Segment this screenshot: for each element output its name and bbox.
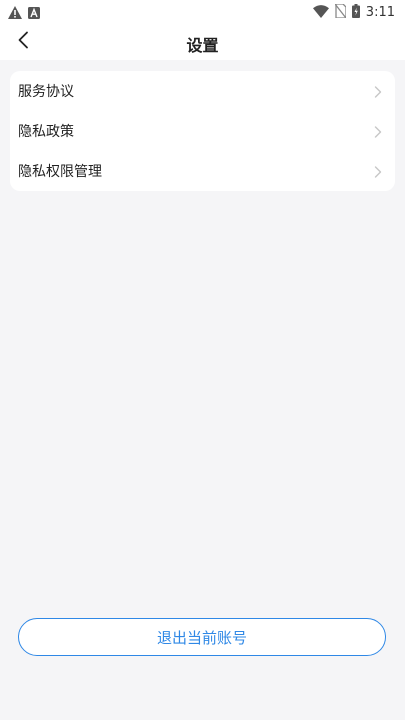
- battery-icon: [351, 3, 360, 22]
- status-bar-left: [8, 4, 40, 23]
- logout-label: 退出当前账号: [156, 628, 247, 647]
- warning-icon: [8, 4, 22, 23]
- status-bar-right: 3:11: [312, 3, 395, 22]
- nav-bar: 设置: [0, 24, 405, 60]
- chevron-right-icon: [373, 84, 383, 98]
- settings-item-service-agreement[interactable]: 服务协议: [10, 71, 395, 111]
- wifi-icon: [312, 3, 329, 22]
- settings-item-label: 服务协议: [18, 84, 74, 100]
- settings-item-privacy-permissions[interactable]: 隐私权限管理: [10, 151, 395, 191]
- logout-button[interactable]: 退出当前账号: [18, 618, 386, 656]
- chevron-right-icon: [373, 124, 383, 138]
- chevron-right-icon: [373, 164, 383, 178]
- settings-item-privacy-policy[interactable]: 隐私政策: [10, 111, 395, 151]
- no-sim-icon: [334, 3, 347, 22]
- app-a-icon: [28, 4, 40, 23]
- settings-item-label: 隐私权限管理: [18, 164, 102, 180]
- settings-item-label: 隐私政策: [18, 124, 74, 140]
- status-bar: 3:11: [0, 0, 405, 24]
- page-title: 设置: [186, 36, 219, 55]
- settings-list: 服务协议 隐私政策 隐私权限管理: [10, 71, 395, 191]
- status-time: 3:11: [365, 5, 395, 20]
